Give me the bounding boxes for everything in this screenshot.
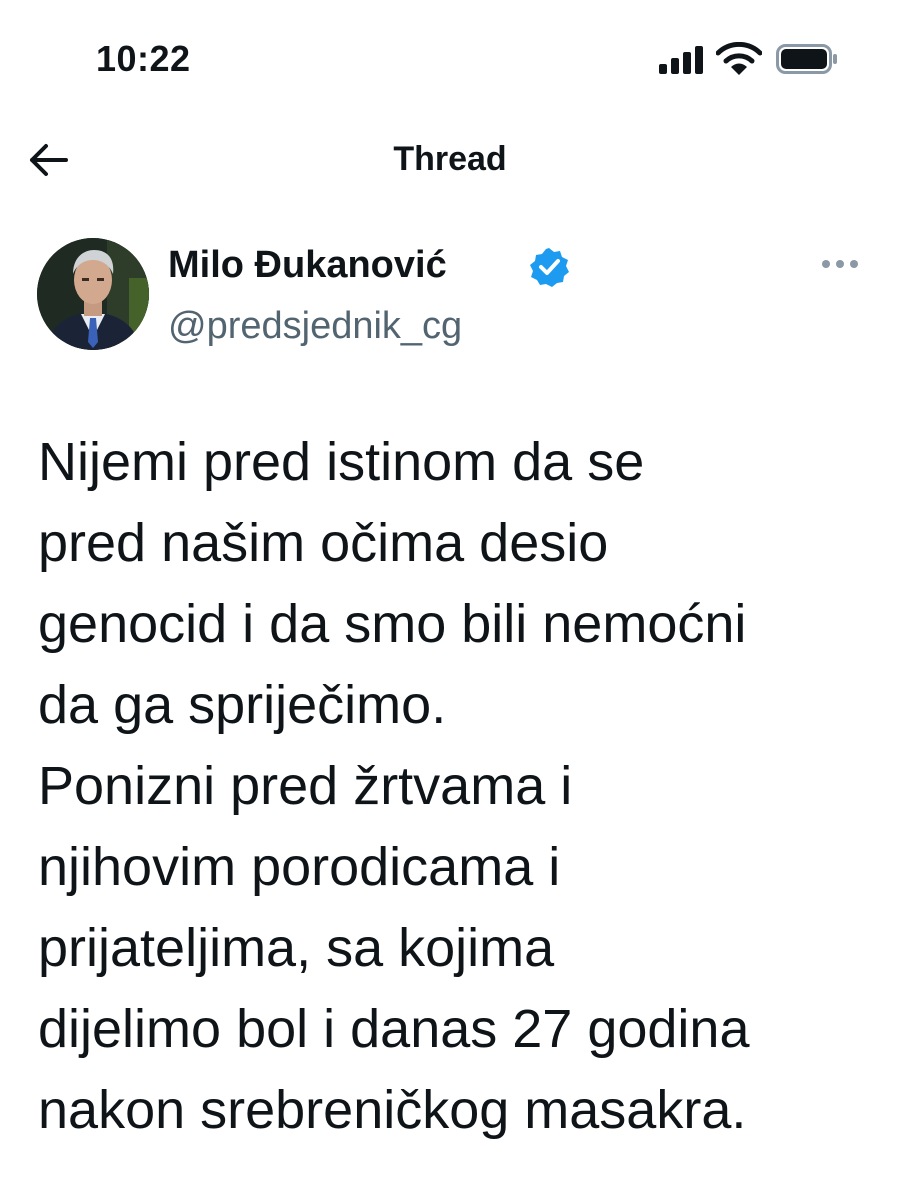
tweet-line: da ga spriječimo. [38, 675, 447, 735]
tweet-line: njihovim porodicama i [38, 837, 561, 897]
tweet-text: Nijemi pred istinom da se pred našim oči… [38, 422, 878, 1151]
tweet-line: prijateljima, sa kojima [38, 918, 555, 978]
tweet-line: nakon srebreničkog masakra. [38, 1080, 747, 1140]
tweet-line: Ponizni pred žrtvama i [38, 756, 573, 816]
author-name[interactable]: Milo Đukanović [168, 244, 447, 287]
cellular-signal-icon [659, 46, 705, 74]
tweet-line: Nijemi pred istinom da se [38, 432, 645, 492]
avatar[interactable] [37, 238, 149, 350]
more-options-icon[interactable] [822, 260, 862, 270]
author-handle[interactable]: @predsjednik_cg [168, 305, 462, 348]
battery-icon [776, 44, 837, 74]
status-time: 10:22 [96, 38, 191, 79]
tweet-line: dijelimo bol i danas 27 godina [38, 999, 750, 1059]
tweet-line: pred našim očima desio [38, 513, 609, 573]
tweet-line: genocid i da smo bili nemoćni [38, 594, 747, 654]
page-title: Thread [393, 140, 507, 178]
wifi-icon [716, 42, 762, 75]
thread-screen: 10:22 Thread Milo Đukanović @predsjednik… [0, 0, 900, 1202]
verified-badge-icon [530, 248, 569, 287]
